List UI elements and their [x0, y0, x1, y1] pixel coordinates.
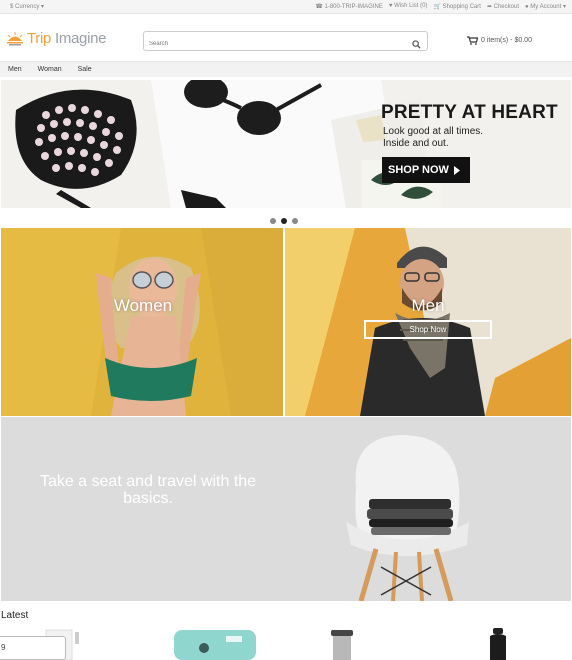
carousel-pagination [270, 218, 298, 224]
banner-subtext: Look good at all times. Inside and out. [383, 126, 484, 149]
category-tile-men[interactable]: Men Shop Now [285, 228, 571, 416]
caret-right-icon [453, 165, 460, 175]
women-photo-image [1, 228, 283, 416]
wishlist-link[interactable]: ♥ Wish List (0) [389, 3, 428, 10]
logo-text: Trip Imagine [27, 30, 107, 47]
carousel-dot-1[interactable] [270, 218, 276, 224]
banner-shop-now-button[interactable]: SHOP NOW [382, 157, 470, 183]
search-icon [412, 40, 421, 49]
banner-photo-image [1, 80, 571, 208]
top-bar: $ Currency ▾ ☎ 1-800-TRIP-IMAGINE ♥ Wish… [0, 0, 572, 14]
logo[interactable]: Trip Imagine [6, 30, 107, 47]
men-shop-now-button[interactable]: Shop Now [364, 320, 492, 339]
cart-button[interactable]: 0 item(s) - $0.00 [467, 36, 532, 45]
latest-heading: Latest [1, 610, 29, 621]
chair-image [1, 417, 571, 601]
promo-text: Take a seat and travel with the basics. [39, 473, 257, 507]
search-box [143, 31, 428, 54]
hero-banner[interactable]: PRETTY AT HEART Look good at all times. … [1, 80, 571, 208]
nav-item-men[interactable]: Men [0, 62, 30, 77]
search-input[interactable] [144, 35, 394, 53]
product-thumb-3[interactable] [330, 626, 354, 660]
women-label: Women [113, 296, 173, 315]
my-account-link[interactable]: ● My Account ▾ [525, 3, 566, 10]
main-nav: Men Woman Sale [0, 61, 572, 77]
currency-dropdown[interactable]: $ Currency ▾ [10, 3, 44, 10]
bottle-product-image [490, 628, 506, 660]
carousel-dot-3[interactable] [292, 218, 298, 224]
checkout-link[interactable]: ➦ Checkout [487, 3, 519, 10]
cart-summary: 0 item(s) - $0.00 [481, 37, 532, 44]
product-thumb-4[interactable] [484, 626, 512, 660]
sunset-logo-icon [7, 31, 23, 45]
men-label: Men [411, 296, 445, 315]
promo-banner[interactable]: Take a seat and travel with the basics. [1, 417, 571, 601]
top-links: ☎ 1-800-TRIP-IMAGINE ♥ Wish List (0) 🛒 S… [315, 3, 566, 10]
cart-icon [467, 36, 478, 45]
product-thumb-2[interactable] [172, 626, 258, 660]
carousel-dot-2[interactable] [281, 218, 287, 224]
banner-headline: PRETTY AT HEART [381, 102, 558, 123]
nav-item-sale[interactable]: Sale [70, 62, 100, 77]
category-tile-women[interactable]: Women [1, 228, 283, 416]
phone-link[interactable]: ☎ 1-800-TRIP-IMAGINE [315, 3, 383, 10]
shopping-cart-link[interactable]: 🛒 Shopping Cart [433, 3, 481, 10]
search-button[interactable] [412, 36, 421, 54]
header: Trip Imagine 0 item(s) - $0.00 [0, 15, 572, 61]
nav-item-woman[interactable]: Woman [30, 62, 70, 77]
camera-product-image [174, 630, 256, 660]
quantity-field[interactable]: 9 [0, 636, 66, 660]
tumbler-product-image [331, 630, 353, 660]
